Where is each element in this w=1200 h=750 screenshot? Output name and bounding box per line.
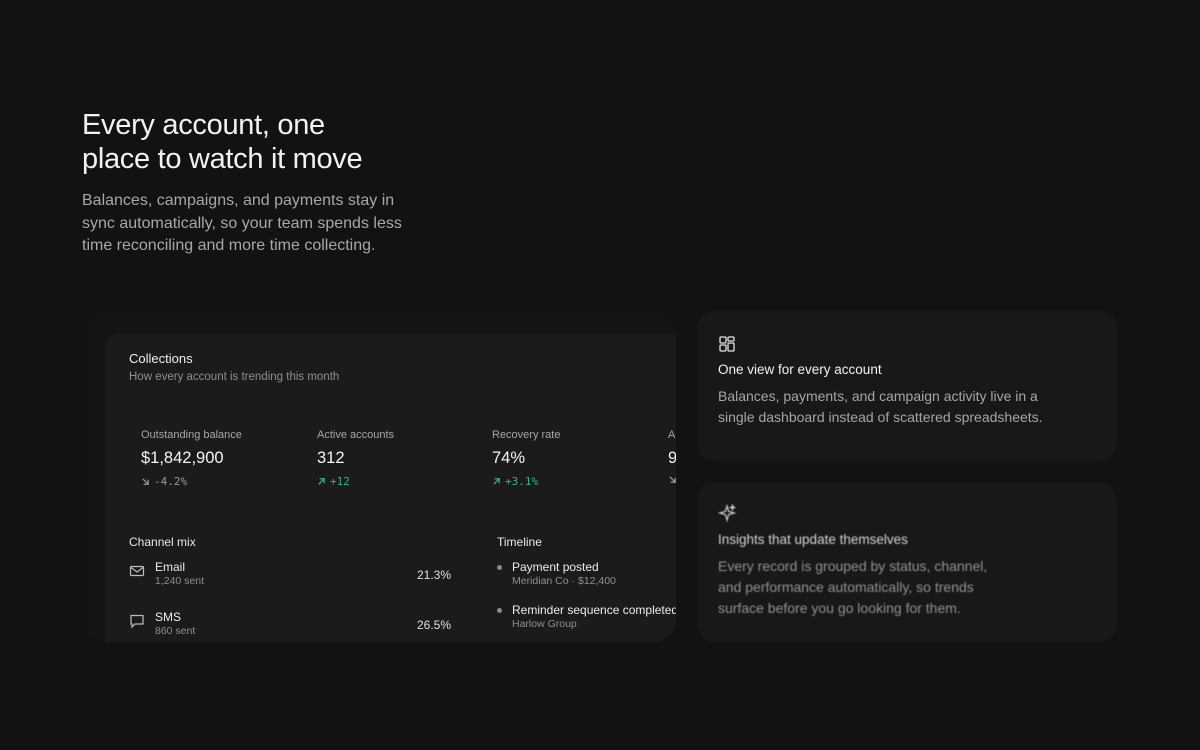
hero-title: Every account, one place to watch it mov… <box>82 108 422 176</box>
list-item: SMS 860 sent 26.5% <box>129 610 451 642</box>
stat-value: $1,842,900 <box>141 449 224 467</box>
stat-label: A <box>668 429 676 441</box>
channel-percent: 26.5% <box>416 618 451 632</box>
message-icon <box>130 614 144 629</box>
stat-delta <box>668 475 676 484</box>
list-item: Email 1,240 sent 21.3% <box>129 560 451 592</box>
feature-title: Insights that update themselves <box>718 532 908 547</box>
feature-card-one-view: One view for every account Balances, pay… <box>697 311 1117 461</box>
feature-description: Every record is grouped by status, chann… <box>718 556 987 619</box>
stat-value: 312 <box>317 449 345 467</box>
timeline-item-title: Reminder sequence completed <box>512 603 676 617</box>
arrow-up-right-icon <box>318 478 325 485</box>
dashboard-preview: Collections How every account is trendin… <box>84 311 676 642</box>
hero-subtitle-line: sync automatically, so your team spends … <box>82 214 402 232</box>
stat-value: 9 <box>668 449 676 467</box>
stat-delta: +3.1% <box>492 475 657 488</box>
panel-title: Collections <box>129 351 193 366</box>
timeline-item-title: Payment posted <box>512 560 599 574</box>
feature-description-line: Balances, payments, and campaign activit… <box>718 388 1038 404</box>
arrow-down-right-icon <box>669 476 676 483</box>
stat-delta: -4.2% <box>141 475 306 488</box>
timeline-title: Timeline <box>497 535 542 549</box>
timeline-dot <box>497 608 502 613</box>
arrow-up-right-icon <box>493 478 500 485</box>
stat-truncated: A 9 <box>668 429 676 484</box>
channel-sent: 1,240 sent <box>155 575 205 587</box>
channel-sent: 860 sent <box>155 625 196 637</box>
arrow-down-right-icon <box>142 478 149 485</box>
channel-name: SMS <box>155 610 182 624</box>
stat-recovery-rate: Recovery rate 74% +3.1% <box>492 429 657 488</box>
stat-outstanding-balance: Outstanding balance $1,842,900 -4.2% <box>141 429 306 488</box>
stat-active-accounts: Active accounts 312 +12 <box>317 429 482 488</box>
feature-description-line: single dashboard instead of scattered sp… <box>718 409 1043 425</box>
feature-title: One view for every account <box>718 362 882 377</box>
feature-description-line: Every record is grouped by status, chann… <box>718 558 988 574</box>
hero-subtitle-line: time reconciling and more time collectin… <box>82 237 376 254</box>
stat-value: 74% <box>492 449 526 467</box>
timeline-item-subtitle: Harlow Group <box>512 618 577 630</box>
channel-percent: 21.3% <box>416 568 451 582</box>
hero-title-line: place to watch it move <box>82 143 363 175</box>
channel-name: Email <box>155 560 186 574</box>
hero-subtitle: Balances, campaigns, and payments stay i… <box>82 190 422 258</box>
collections-panel: Collections How every account is trendin… <box>105 334 676 642</box>
stat-delta-text: +3.1% <box>505 475 539 488</box>
panel-subtitle: How every account is trending this month <box>129 371 340 383</box>
stat-label: Outstanding balance <box>141 429 242 441</box>
sparkle-icon <box>718 504 736 522</box>
hero-title-line: Every account, one <box>82 109 325 141</box>
timeline-dot <box>497 565 502 570</box>
feature-description-line: and performance automatically, so trends <box>718 579 974 595</box>
feature-description: Balances, payments, and campaign activit… <box>718 386 1043 428</box>
stat-label: Recovery rate <box>492 429 561 441</box>
stat-delta-text: +12 <box>330 475 350 488</box>
feature-card-insights: Insights that update themselves Every re… <box>697 482 1117 642</box>
grid-icon <box>719 336 735 352</box>
channel-mix-title: Channel mix <box>129 535 196 549</box>
feature-description-line: surface before you go looking for them. <box>718 600 961 616</box>
hero: Every account, one place to watch it mov… <box>82 108 422 258</box>
hero-subtitle-line: Balances, campaigns, and payments stay i… <box>82 192 395 209</box>
mail-icon <box>129 565 145 577</box>
stat-delta-text: -4.2% <box>154 475 188 488</box>
stat-delta: +12 <box>317 475 482 488</box>
timeline-item-subtitle: Meridian Co · $12,400 <box>512 575 616 587</box>
stat-label: Active accounts <box>317 429 395 441</box>
